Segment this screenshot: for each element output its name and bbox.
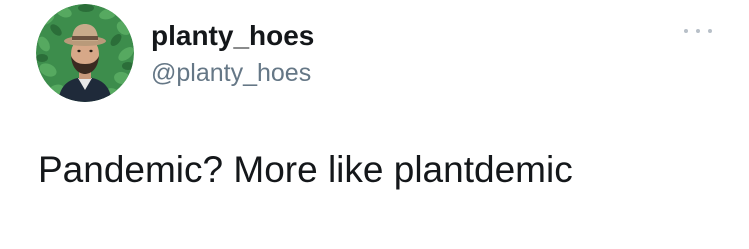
more-dot: [696, 29, 700, 33]
tweet-text: Pandemic? More like plantdemic: [38, 149, 573, 190]
more-dot: [684, 29, 688, 33]
display-name[interactable]: planty_hoes: [151, 20, 314, 52]
user-handle[interactable]: @planty_hoes: [151, 58, 314, 88]
avatar-photo-icon: [36, 4, 134, 102]
more-options-button[interactable]: [682, 22, 714, 40]
tweet-card: planty_hoes @planty_hoes Pandemic? More …: [0, 0, 749, 249]
author-info: planty_hoes @planty_hoes: [151, 20, 314, 88]
more-dot: [708, 29, 712, 33]
avatar[interactable]: [36, 4, 134, 102]
